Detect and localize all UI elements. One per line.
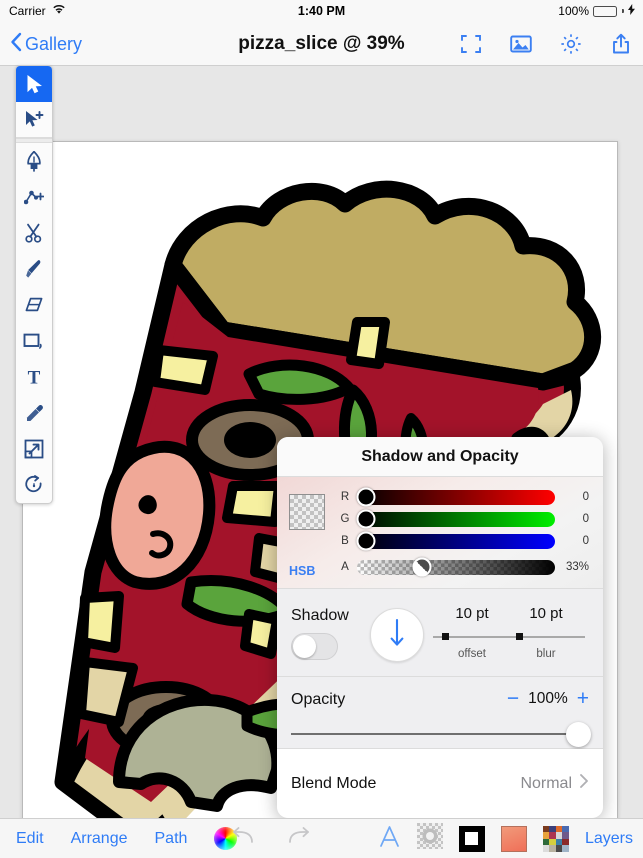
shadow-label: Shadow	[291, 607, 349, 624]
arrange-menu[interactable]: Arrange	[71, 830, 128, 848]
channel-value-g: 0	[582, 513, 589, 525]
blend-mode-row[interactable]: Blend Mode Normal	[277, 749, 603, 818]
hsb-mode-button[interactable]: HSB	[289, 564, 315, 578]
undo-arrow-icon[interactable]	[232, 827, 254, 850]
shape-tool[interactable]	[16, 323, 52, 359]
red-slider-knob[interactable]	[356, 487, 376, 507]
edit-menu[interactable]: Edit	[16, 830, 44, 848]
channel-label-r: R	[340, 491, 350, 503]
channel-label-g: G	[340, 513, 350, 525]
bottom-right-tools: Layers	[378, 823, 633, 854]
shadow-and-opacity-popover: Shadow and Opacity R 0 G 0 B 0 A 33% HSB…	[277, 437, 603, 818]
shadow-section: Shadow 10 pt offset 10 pt blur	[277, 589, 603, 677]
alpha-slider-track[interactable]	[357, 557, 555, 577]
opacity-section: Opacity − 100% +	[277, 677, 603, 749]
scissors-tool[interactable]	[16, 215, 52, 251]
opacity-slider-track[interactable]	[291, 722, 591, 747]
channel-row-green: G 0	[337, 508, 589, 530]
battery-percent-label: 100%	[558, 4, 589, 18]
battery-full-icon	[593, 5, 617, 17]
share-icon[interactable]	[609, 32, 633, 56]
opacity-slider-knob[interactable]	[566, 722, 591, 747]
opacity-label: Opacity	[291, 691, 346, 708]
select-tool[interactable]	[16, 66, 52, 102]
eraser-tool[interactable]	[16, 287, 52, 323]
svg-text:T: T	[28, 368, 41, 386]
opacity-controls: − 100% +	[507, 688, 589, 709]
rotate-tool[interactable]	[16, 467, 52, 503]
text-style-a-icon[interactable]	[378, 824, 401, 854]
status-bar-right: 100%	[558, 4, 635, 18]
shadow-offset-value: 10 pt	[455, 605, 489, 622]
opacity-value: 100%	[528, 690, 568, 707]
shadow-blur-track[interactable]	[507, 630, 585, 644]
transform-tool[interactable]	[16, 431, 52, 467]
text-tool[interactable]: T	[16, 359, 52, 395]
popover-title: Shadow and Opacity	[277, 437, 603, 477]
chevron-right-icon	[579, 773, 589, 794]
bottom-left-menus: Edit Arrange Path	[16, 827, 238, 850]
add-select-tool[interactable]	[16, 102, 52, 138]
channel-label-a: A	[341, 561, 349, 573]
battery-nub	[622, 9, 624, 13]
path-menu[interactable]: Path	[155, 830, 188, 848]
blend-mode-label: Blend Mode	[291, 774, 377, 792]
brush-tool[interactable]	[16, 251, 52, 287]
lightning-bolt-icon	[628, 4, 635, 18]
layers-button[interactable]: Layers	[585, 830, 633, 848]
shadow-offset-track[interactable]	[433, 630, 511, 644]
status-bar: Carrier 1:40 PM 100%	[0, 0, 643, 22]
image-icon[interactable]	[509, 32, 533, 56]
undo-redo-group	[232, 827, 310, 850]
shadow-blur-slider[interactable]: 10 pt blur	[507, 605, 585, 660]
blue-slider-track[interactable]	[356, 531, 555, 551]
fill-color-swatch[interactable]	[500, 825, 527, 852]
fit-to-screen-icon[interactable]	[459, 32, 483, 56]
channel-value-b: 0	[582, 535, 589, 547]
channel-row-blue: B 0	[337, 530, 589, 552]
shadow-blur-label: blur	[536, 648, 556, 660]
nav-actions	[459, 22, 633, 66]
status-bar-time: 1:40 PM	[297, 4, 346, 18]
shadow-offset-label: offset	[458, 648, 486, 660]
blend-mode-right: Normal	[520, 773, 589, 794]
plus-icon[interactable]: +	[577, 688, 589, 709]
transparent-checker-swatch[interactable]	[289, 494, 325, 530]
pen-tool[interactable]	[16, 143, 52, 179]
shadow-offset-slider[interactable]: 10 pt offset	[433, 605, 511, 660]
green-slider-track[interactable]	[356, 509, 555, 529]
blend-mode-value: Normal	[520, 774, 572, 792]
green-slider-knob[interactable]	[356, 509, 376, 529]
channel-label-b: B	[341, 535, 349, 547]
channel-row-red: R 0	[337, 486, 589, 508]
channel-value-r: 0	[582, 491, 589, 503]
arrow-down-icon	[388, 618, 406, 653]
nav-bar: Gallery pizza_slice @ 39%	[0, 22, 643, 66]
minus-icon[interactable]: −	[507, 688, 519, 709]
color-palette-icon[interactable]	[542, 825, 569, 852]
shadow-direction-dial[interactable]	[370, 608, 424, 662]
shadow-opacity-icon[interactable]	[416, 823, 443, 854]
shadow-toggle-switch[interactable]	[291, 633, 338, 660]
channel-value-a: 33%	[565, 561, 589, 573]
color-picker-section: R 0 G 0 B 0 A 33% HSB	[277, 477, 603, 589]
shadow-blur-value: 10 pt	[529, 605, 563, 622]
tool-palette: T	[15, 65, 53, 504]
stroke-color-swatch[interactable]	[458, 825, 485, 852]
redo-arrow-icon[interactable]	[288, 827, 310, 850]
gear-icon[interactable]	[559, 32, 583, 56]
bottom-toolbar: Edit Arrange Path Layers	[0, 818, 643, 858]
add-node-tool[interactable]	[16, 179, 52, 215]
blue-slider-knob[interactable]	[356, 531, 376, 551]
alpha-slider-knob[interactable]	[412, 557, 432, 577]
red-slider-track[interactable]	[356, 487, 555, 507]
channel-row-alpha: A 33%	[337, 556, 589, 578]
eyedropper-tool[interactable]	[16, 395, 52, 431]
